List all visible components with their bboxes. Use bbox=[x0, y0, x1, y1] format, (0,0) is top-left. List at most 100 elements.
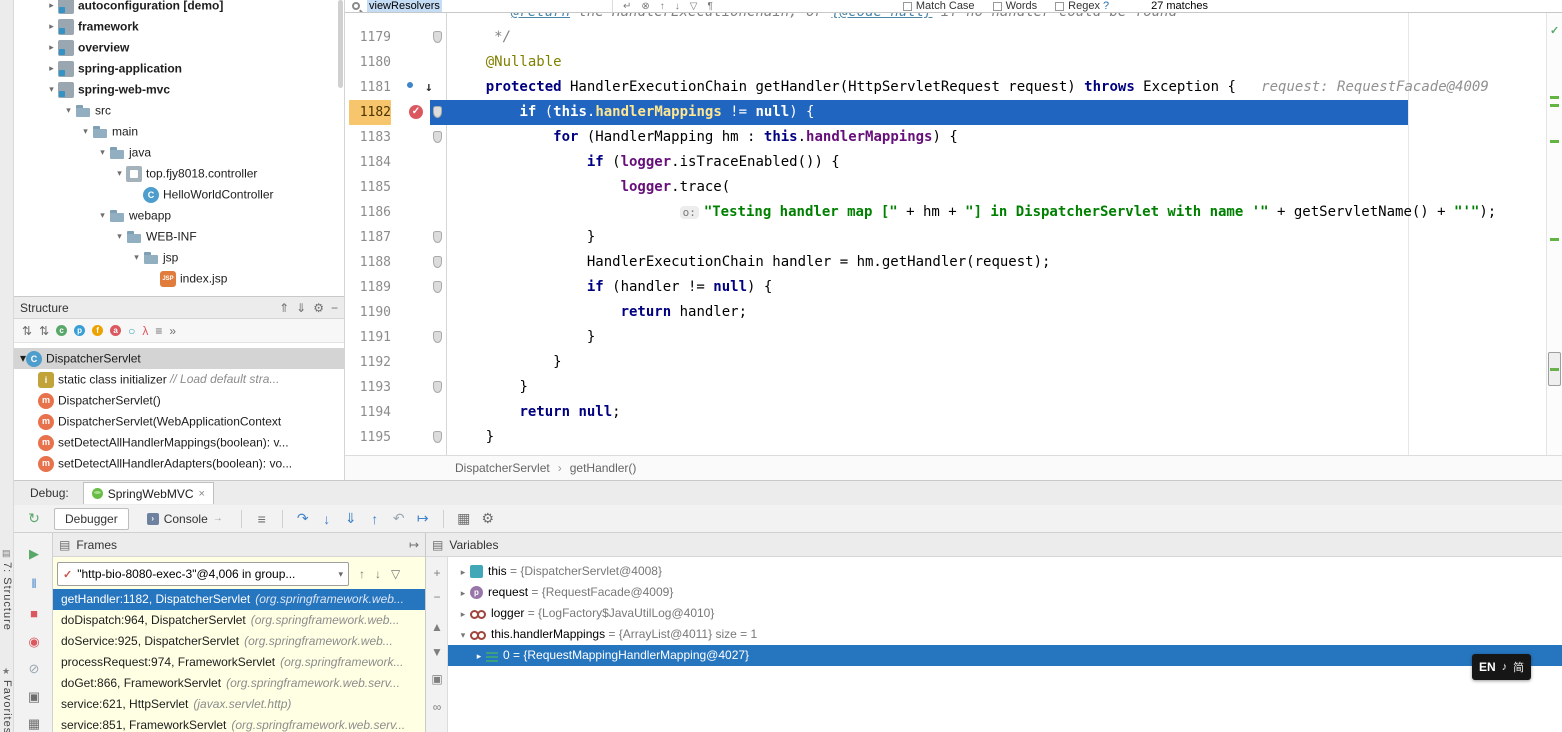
chevron-down-icon[interactable]: ▾ bbox=[96, 142, 109, 163]
editor-gutter[interactable]: 117911801181↓118211831184118511861187118… bbox=[345, 0, 447, 455]
collapse-all-icon[interactable]: ⇑ bbox=[279, 302, 289, 314]
tree-item-index-jsp[interactable]: index.jsp bbox=[14, 268, 344, 289]
code-line[interactable]: if (logger.isTraceEnabled()) { bbox=[447, 150, 1546, 175]
sort-by-visibility-icon[interactable]: ⇅ bbox=[22, 325, 32, 337]
variable-row[interactable]: ▾this.handlerMappings = {ArrayList@4011}… bbox=[448, 624, 1562, 645]
gutter-line[interactable]: 1187 bbox=[345, 225, 447, 250]
scrollbar-thumb[interactable] bbox=[1548, 352, 1561, 386]
chevron-right-icon[interactable]: ▸ bbox=[45, 0, 58, 16]
code-line[interactable]: HandlerExecutionChain handler = hm.getHa… bbox=[447, 250, 1546, 275]
remove-watch-icon[interactable]: − bbox=[430, 591, 444, 603]
chevron-right-icon[interactable]: ▸ bbox=[45, 58, 58, 79]
tree-item-main[interactable]: ▾main bbox=[14, 121, 344, 142]
breadcrumb-class[interactable]: DispatcherServlet bbox=[455, 461, 550, 475]
next-match-icon[interactable]: ↓ bbox=[675, 1, 680, 12]
code-line[interactable]: logger.trace( bbox=[447, 175, 1546, 200]
tree-item-spring-application[interactable]: ▸spring-application bbox=[14, 58, 344, 79]
gutter-line[interactable]: 1188 bbox=[345, 250, 447, 275]
gutter-line[interactable]: 1194 bbox=[345, 400, 447, 425]
ime-indicator[interactable]: EN ♪ 简 bbox=[1472, 654, 1531, 680]
run-to-cursor-icon[interactable]: ↦ bbox=[411, 510, 435, 527]
chevron-down-icon[interactable]: ▾ bbox=[45, 79, 58, 100]
code-line[interactable]: if (handler != null) { bbox=[447, 275, 1546, 300]
match-case-checkbox[interactable] bbox=[903, 2, 912, 11]
gutter-line[interactable]: 1184 bbox=[345, 150, 447, 175]
match-case-toggle[interactable]: Match Case bbox=[903, 0, 975, 12]
more-icon[interactable]: » bbox=[169, 325, 176, 337]
show-lambda-icon[interactable]: λ bbox=[142, 325, 148, 337]
stack-frame[interactable]: getHandler:1182, DispatcherServlet(org.s… bbox=[53, 589, 426, 610]
breadcrumb-method[interactable]: getHandler() bbox=[570, 461, 637, 475]
move-watch-up-icon[interactable]: ▲ bbox=[430, 621, 444, 633]
gutter-line[interactable]: 1192 bbox=[345, 350, 447, 375]
show-anonymous-toggle[interactable]: a bbox=[110, 325, 121, 336]
show-fields-toggle[interactable]: f bbox=[92, 325, 103, 336]
stack-frame[interactable]: doGet:866, FrameworkServlet(org.springfr… bbox=[53, 673, 426, 694]
regex-checkbox[interactable] bbox=[1055, 2, 1064, 11]
chevron-right-icon[interactable]: ▸ bbox=[472, 646, 486, 666]
stop-icon[interactable]: ■ bbox=[26, 607, 42, 620]
tree-item-framework[interactable]: ▸framework bbox=[14, 16, 344, 37]
duplicate-watch-icon[interactable]: ▣ bbox=[430, 673, 444, 685]
tab-console[interactable]: ›Console→ bbox=[137, 508, 233, 530]
structure-item-dispatcherservlet-webapplicationcontext[interactable]: DispatcherServlet(WebApplicationContext bbox=[14, 411, 344, 432]
gutter-line[interactable]: 1182 bbox=[345, 100, 447, 125]
code-line[interactable]: } bbox=[447, 225, 1546, 250]
pin-icon[interactable]: ↦ bbox=[409, 539, 419, 551]
chevron-right-icon[interactable]: ▸ bbox=[45, 37, 58, 58]
code-line[interactable]: } bbox=[447, 375, 1546, 400]
structure-item-dispatcherservlet[interactable]: DispatcherServlet() bbox=[14, 390, 344, 411]
tree-item-overview[interactable]: ▸overview bbox=[14, 37, 344, 58]
code-line[interactable]: } bbox=[447, 350, 1546, 375]
thread-selector[interactable]: ✓ "http-bio-8080-exec-3"@4,006 in group.… bbox=[57, 562, 349, 586]
chevron-right-icon[interactable]: ▸ bbox=[456, 604, 470, 624]
gutter-line[interactable]: 1186 bbox=[345, 200, 447, 225]
step-into-icon[interactable]: ↓ bbox=[315, 511, 339, 527]
gutter-line[interactable]: 1181↓ bbox=[345, 75, 447, 100]
chevron-down-icon[interactable]: ▾ bbox=[62, 100, 75, 121]
chevron-right-icon[interactable]: ▸ bbox=[456, 583, 470, 603]
tree-item-helloworldcontroller[interactable]: HelloWorldController bbox=[14, 184, 344, 205]
chevron-down-icon[interactable]: ▾ bbox=[113, 163, 126, 184]
code-line[interactable]: if (this.handlerMappings != null) { bbox=[447, 100, 1546, 125]
stack-frame[interactable]: service:851, FrameworkServlet(org.spring… bbox=[53, 715, 426, 732]
gutter-line[interactable]: 1183 bbox=[345, 125, 447, 150]
prev-match-icon[interactable]: ↑ bbox=[660, 1, 665, 12]
gutter-line[interactable]: 1180 bbox=[345, 50, 447, 75]
force-step-into-icon[interactable]: ⇓ bbox=[339, 510, 363, 527]
show-classes-toggle[interactable]: c bbox=[56, 325, 67, 336]
search-input[interactable]: viewResolvers bbox=[345, 0, 613, 13]
drop-frame-icon[interactable]: ↶ bbox=[387, 510, 411, 527]
tree-item-jsp[interactable]: ▾jsp bbox=[14, 247, 344, 268]
more-options-icon[interactable]: ¶ bbox=[707, 1, 712, 12]
chevron-down-icon[interactable]: ▾ bbox=[79, 121, 92, 142]
gutter-line[interactable]: 1185 bbox=[345, 175, 447, 200]
code-line[interactable]: return handler; bbox=[447, 300, 1546, 325]
chevron-down-icon[interactable]: ▾ bbox=[456, 625, 470, 645]
tree-item-spring-web-mvc[interactable]: ▾spring-web-mvc bbox=[14, 79, 344, 100]
settings-icon[interactable]: ⚙ bbox=[476, 510, 500, 527]
show-properties-toggle[interactable]: p bbox=[74, 325, 85, 336]
tab-springwebmvc[interactable]: SpringWebMVC × bbox=[83, 482, 214, 504]
structure-item-static-class-initializer[interactable]: static class initializer // Load default… bbox=[14, 369, 344, 390]
add-watch-icon[interactable]: + bbox=[430, 567, 444, 579]
move-watch-down-icon[interactable]: ▼ bbox=[430, 646, 444, 658]
evaluate-expression-icon[interactable]: ▦ bbox=[452, 510, 476, 527]
code-editor[interactable]: 117911801181↓118211831184118511861187118… bbox=[345, 0, 1546, 455]
structure-item-setdetectallhandleradapters-boolean-vo[interactable]: setDetectAllHandlerAdapters(boolean): vo… bbox=[14, 453, 344, 474]
view-breakpoints-icon[interactable]: ◉ bbox=[26, 635, 42, 648]
chevron-right-icon[interactable]: ▸ bbox=[456, 562, 470, 582]
code-line[interactable]: o:"Testing handler map [" + hm + "] in D… bbox=[447, 200, 1546, 225]
tool-window-button-favorites[interactable]: Favorites bbox=[1, 680, 13, 732]
stack-frame[interactable]: service:621, HttpServlet(javax.servlet.h… bbox=[53, 694, 426, 715]
stack-frame[interactable]: processRequest:974, FrameworkServlet(org… bbox=[53, 652, 426, 673]
code-line[interactable]: protected HandlerExecutionChain getHandl… bbox=[447, 75, 1546, 100]
regex-toggle[interactable]: Regex? bbox=[1055, 0, 1109, 12]
chevron-down-icon[interactable]: ▾ bbox=[130, 247, 143, 268]
resume-icon[interactable]: ▶ bbox=[26, 547, 42, 560]
code-line[interactable]: */ bbox=[447, 25, 1546, 50]
settings-icon[interactable]: ⚙ bbox=[313, 302, 324, 314]
chevron-right-icon[interactable]: ▸ bbox=[45, 16, 58, 37]
tree-item-web-inf[interactable]: ▾WEB-INF bbox=[14, 226, 344, 247]
gutter-line[interactable]: 1191 bbox=[345, 325, 447, 350]
